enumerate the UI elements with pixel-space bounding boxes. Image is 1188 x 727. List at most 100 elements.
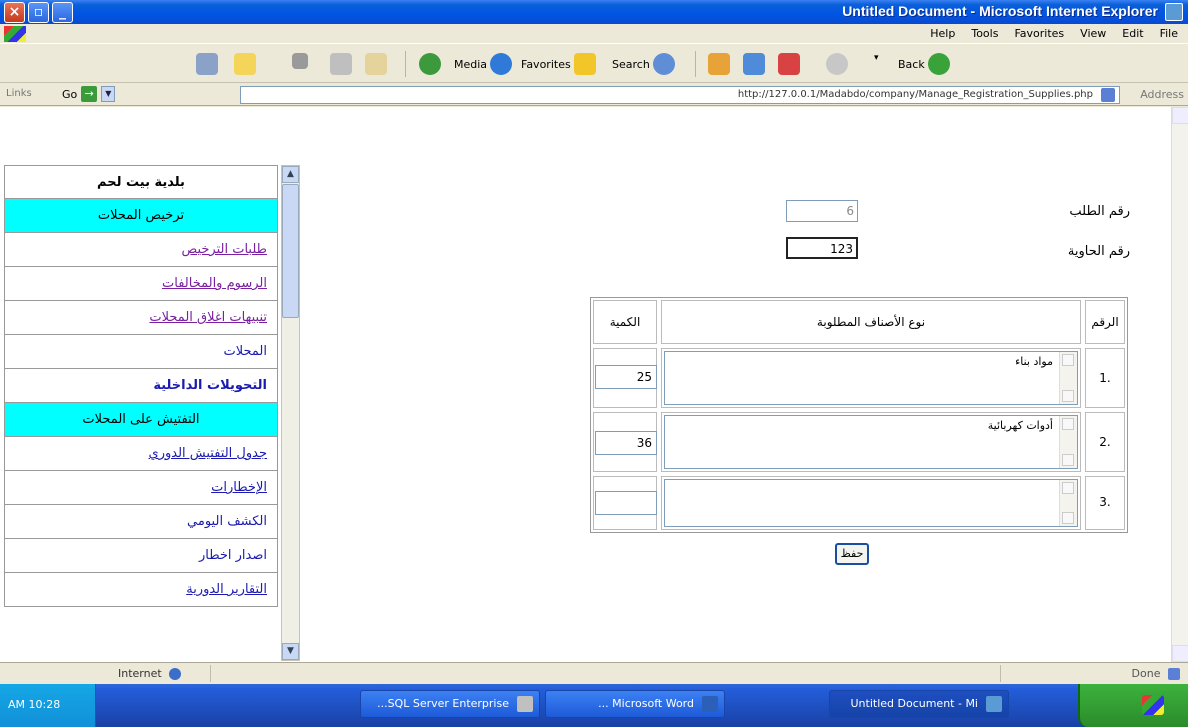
close-window-button[interactable]: ×	[4, 2, 25, 23]
row-number: 2.	[1099, 435, 1111, 449]
scroll-up-icon[interactable]	[1062, 354, 1074, 366]
favorites-label: Favorites	[521, 57, 571, 71]
status-zone-label: Internet	[118, 667, 182, 680]
sidebar-item-periodic-reports[interactable]: التقارير الدورية	[4, 573, 278, 607]
request-number-field[interactable]: 6	[786, 200, 858, 222]
search-icon	[652, 53, 675, 75]
table-row: 25	[593, 348, 657, 408]
favorites-button[interactable]: Favorites	[521, 53, 596, 75]
sidebar-item-fees-violations[interactable]: الرسوم والمخالفات	[4, 267, 278, 301]
menu-file[interactable]: File	[1160, 27, 1178, 40]
stop-icon	[778, 53, 800, 75]
item-type-cell: أدوات كهربائية	[661, 412, 1081, 472]
maximize-window-button[interactable]: ▫	[28, 2, 49, 23]
start-button[interactable]	[1078, 684, 1188, 727]
sidebar-item-daily-report[interactable]: الكشف اليومي	[4, 505, 278, 539]
container-number-label: رقم الحاوية	[1067, 244, 1130, 259]
chevron-down-icon: ▾	[874, 53, 879, 63]
minimize-window-button[interactable]: _	[52, 2, 73, 23]
scroll-up-icon[interactable]	[1062, 418, 1074, 430]
links-label[interactable]: Links	[6, 88, 32, 99]
sidebar-item-shop-inspection: التفتيش على المحلات	[4, 403, 278, 437]
chevron-down-icon[interactable]: ▼	[101, 86, 116, 102]
content-area: بلدية بيت لحم ترخيص المحلات طلبات الترخي…	[0, 107, 1188, 662]
address-label: Address	[1140, 88, 1184, 101]
edit-button[interactable]	[234, 53, 256, 75]
textarea-scrollbar[interactable]	[1059, 352, 1077, 404]
refresh-button[interactable]	[743, 53, 765, 75]
print-icon	[330, 53, 352, 75]
header-quantity: الكمية	[593, 300, 657, 344]
container-number-field[interactable]: 123	[786, 237, 858, 259]
sidebar-item-internal-transfers[interactable]: التحويلات الداخلية	[4, 369, 278, 403]
media-label: Media	[454, 57, 488, 71]
media-icon	[490, 53, 513, 75]
sidebar-item-notifications[interactable]: الإخطارات	[4, 471, 278, 505]
go-button[interactable]: Go → ▼	[62, 86, 116, 102]
scroll-up-icon[interactable]	[1062, 482, 1074, 494]
item-type-textarea[interactable]	[664, 479, 1078, 527]
item-type-textarea[interactable]: أدوات كهربائية	[664, 415, 1078, 469]
messenger-button[interactable]	[196, 53, 218, 75]
scroll-down-icon[interactable]	[1062, 512, 1074, 524]
row-number: 3.	[1099, 495, 1111, 509]
address-input[interactable]: http://127.0.0.1/Madabdo/company/Manage_…	[240, 86, 1120, 104]
system-tray: AM 10:28	[0, 684, 96, 727]
clock[interactable]: AM 10:28	[8, 698, 60, 711]
back-button[interactable]: Back	[898, 53, 950, 75]
back-dropdown[interactable]: ▾	[874, 53, 879, 63]
textarea-scrollbar[interactable]	[1059, 480, 1077, 526]
task-label: ...SQL Server Enterprise	[377, 697, 509, 710]
mail-button[interactable]	[365, 53, 387, 75]
save-button[interactable]: حفظ	[835, 543, 869, 565]
task-ie[interactable]: Untitled Document - Mi	[829, 690, 1009, 718]
menu-bar: File Edit View Favorites Tools Help	[0, 24, 1188, 44]
sidebar-item-license-requests[interactable]: طلبات الترخيص	[4, 233, 278, 267]
scrollbar-thumb[interactable]	[282, 184, 299, 318]
scroll-up-icon[interactable]: ▲	[282, 166, 299, 183]
menu-help[interactable]: Help	[930, 27, 955, 40]
sidebar-item-closure-notices[interactable]: تنبيهات اغلاق المحلات	[4, 301, 278, 335]
menu-tools[interactable]: Tools	[971, 27, 998, 40]
scroll-down-icon[interactable]	[1062, 454, 1074, 466]
quantity-input[interactable]: 36	[595, 431, 657, 455]
windows-logo-icon	[4, 26, 26, 42]
page-scrollbar[interactable]	[1171, 107, 1188, 662]
home-button[interactable]	[708, 53, 730, 75]
sidebar-item-inspection-schedule[interactable]: جدول التفتيش الدوري	[4, 437, 278, 471]
status-done-label: Done	[1132, 667, 1180, 680]
history-button[interactable]	[419, 53, 441, 75]
sidebar-item-shop-licensing: ترخيص المحلات	[4, 199, 278, 233]
forward-button[interactable]	[826, 53, 848, 75]
sidebar-scrollbar[interactable]: ▲ ▼	[281, 165, 300, 661]
search-button[interactable]: Search	[612, 53, 675, 75]
scroll-down-icon[interactable]: ▼	[282, 643, 299, 660]
discuss-button[interactable]	[292, 53, 308, 69]
toolbar-separator	[695, 51, 696, 77]
stop-button[interactable]	[778, 53, 800, 75]
status-zone-text: Internet	[118, 667, 162, 680]
menu-view[interactable]: View	[1080, 27, 1106, 40]
quantity-input[interactable]: 25	[595, 365, 657, 389]
print-button[interactable]	[330, 53, 352, 75]
item-type-textarea[interactable]: مواد بناء	[664, 351, 1078, 405]
menu-edit[interactable]: Edit	[1122, 27, 1143, 40]
scroll-up-icon[interactable]	[1172, 107, 1188, 124]
toolbar: Media Favorites Search ▾ Back	[0, 45, 1188, 83]
scroll-down-icon[interactable]	[1172, 645, 1188, 662]
task-sql-server[interactable]: ...SQL Server Enterprise	[360, 690, 540, 718]
task-word[interactable]: ... Microsoft Word	[545, 690, 725, 718]
window-title: Untitled Document - Microsoft Internet E…	[842, 3, 1158, 19]
scroll-down-icon[interactable]	[1062, 390, 1074, 402]
quantity-input[interactable]	[595, 491, 657, 515]
forward-arrow-icon	[826, 53, 848, 75]
menu-favorites[interactable]: Favorites	[1014, 27, 1064, 40]
textarea-scrollbar[interactable]	[1059, 416, 1077, 468]
star-icon	[573, 53, 596, 75]
status-separator	[210, 665, 211, 682]
address-bar: Links Go → ▼ http://127.0.0.1/Madabdo/co…	[0, 84, 1188, 106]
sidebar-item-issue-notice[interactable]: اصدار اخطار	[4, 539, 278, 573]
task-label: ... Microsoft Word	[598, 697, 694, 710]
sidebar-item-shops[interactable]: المحلات	[4, 335, 278, 369]
media-button[interactable]: Media	[454, 53, 513, 75]
